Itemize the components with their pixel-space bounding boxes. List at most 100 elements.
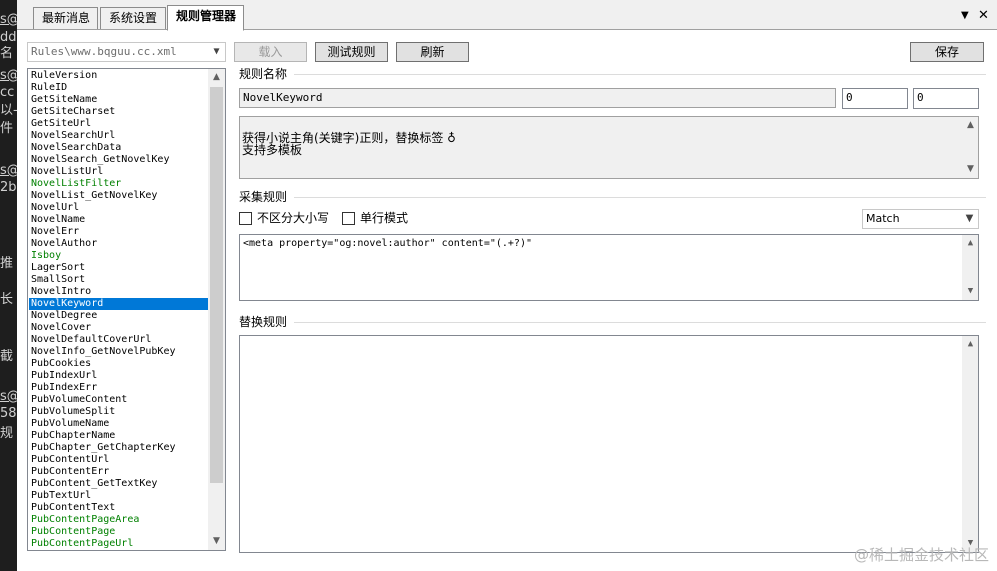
- replace-scrollbar[interactable]: ▲ ▼: [962, 336, 978, 552]
- rule-items: RuleVersion RuleID GetSiteName GetSiteChars…: [29, 70, 209, 550]
- background-text: s@: [0, 68, 17, 83]
- match-mode-select[interactable]: Match ▼: [862, 209, 979, 229]
- background-text: 件: [0, 121, 14, 136]
- chevron-down-icon[interactable]: ▼: [961, 9, 969, 23]
- load-button[interactable]: 载入: [234, 42, 307, 62]
- rule-list-item[interactable]: NovelUrl: [29, 202, 209, 214]
- rule-list-item[interactable]: PubContentText: [29, 502, 209, 514]
- scroll-up-icon[interactable]: ▲: [962, 117, 979, 134]
- rule-list-item[interactable]: PubIndexErr: [29, 382, 209, 394]
- rule-list-item[interactable]: PubChapter_GetChapterKey: [29, 442, 209, 454]
- rule-list-item[interactable]: NovelSearchUrl: [29, 130, 209, 142]
- case-insensitive-label: 不区分大小写: [257, 211, 330, 225]
- chevron-down-icon[interactable]: ▼: [961, 210, 978, 228]
- tab-latest-news[interactable]: 最新消息: [33, 7, 98, 29]
- group-divider: [294, 322, 986, 323]
- rule-list-item[interactable]: PubVolumeName: [29, 418, 209, 430]
- scroll-up-icon[interactable]: ▲: [962, 235, 979, 252]
- scroll-down-icon[interactable]: ▼: [962, 283, 979, 300]
- rule-list-item[interactable]: Isboy: [29, 250, 209, 262]
- rule-list-item[interactable]: GetSiteName: [29, 94, 209, 106]
- background-text: 以-: [0, 103, 17, 118]
- single-line-label: 单行模式: [360, 211, 409, 225]
- close-icon[interactable]: ✕: [978, 9, 989, 23]
- rule-list-item[interactable]: NovelListUrl: [29, 166, 209, 178]
- rule-list-item[interactable]: PubContentPageArea: [29, 514, 209, 526]
- background-text: 推: [0, 256, 14, 271]
- rule-list-item[interactable]: NovelDegree: [29, 310, 209, 322]
- rule-list-item[interactable]: RuleVersion: [29, 70, 209, 82]
- rule-list-item[interactable]: RuleID: [29, 82, 209, 94]
- scroll-up-icon[interactable]: ▲: [962, 336, 979, 353]
- rule-list-item[interactable]: NovelSearch_GetNovelKey: [29, 154, 209, 166]
- refresh-button[interactable]: 刷新: [396, 42, 469, 62]
- rule-list-item[interactable]: NovelSearchData: [29, 142, 209, 154]
- rule-list-item[interactable]: LagerSort: [29, 262, 209, 274]
- tab-system-settings[interactable]: 系统设置: [100, 7, 166, 29]
- background-window-strip: s@ dd名 s@ cc 以- 件 s@ 2b 推长截 s@ 58 规: [0, 0, 17, 571]
- rule-list-item[interactable]: PubContentErr: [29, 466, 209, 478]
- group-divider: [294, 74, 986, 75]
- rule-description-field[interactable]: 获得小说主角(关键字)正则，替换标签 ♁ 支持多模板 ▲ ▼: [239, 116, 979, 179]
- background-text: s@: [0, 389, 17, 404]
- watermark: @稀土掘金技术社区: [853, 546, 989, 564]
- background-text: 长: [0, 292, 14, 307]
- rule-list-item[interactable]: PubContent_GetTextKey: [29, 478, 209, 490]
- rule-number-field-1[interactable]: 0: [842, 88, 908, 109]
- scroll-down-icon[interactable]: ▼: [208, 533, 225, 550]
- rule-list-item[interactable]: NovelList_GetNovelKey: [29, 190, 209, 202]
- collect-rule-group-title: 采集规则: [239, 190, 288, 204]
- rule-list-item[interactable]: PubContentPageUrl: [29, 538, 209, 550]
- scroll-thumb[interactable]: [210, 87, 223, 483]
- test-rule-button[interactable]: 测试规则: [315, 42, 388, 62]
- tab-rule-manager[interactable]: 规则管理器: [167, 5, 244, 31]
- replace-rule-field[interactable]: ▲ ▼: [239, 335, 979, 553]
- background-text: s@: [0, 163, 17, 178]
- background-text: 58: [0, 406, 17, 421]
- case-insensitive-checkbox[interactable]: [239, 212, 252, 225]
- background-text: dd: [0, 30, 17, 45]
- rule-list-item[interactable]: PubCookies: [29, 358, 209, 370]
- rule-list[interactable]: RuleVersion RuleID GetSiteName GetSiteChars…: [27, 68, 226, 551]
- rule-list-item[interactable]: SmallSort: [29, 274, 209, 286]
- single-line-checkbox[interactable]: [342, 212, 355, 225]
- save-button[interactable]: 保存: [910, 42, 984, 62]
- background-text: 名: [0, 46, 14, 61]
- scroll-up-icon[interactable]: ▲: [208, 69, 225, 86]
- rule-list-item[interactable]: PubVolumeSplit: [29, 406, 209, 418]
- rule-number-field-2[interactable]: 0: [913, 88, 979, 109]
- rule-name-field[interactable]: NovelKeyword: [239, 88, 836, 108]
- rule-list-item[interactable]: PubChapterName: [29, 430, 209, 442]
- background-text: cc: [0, 85, 15, 100]
- rule-file-select[interactable]: Rules\www.bqguu.cc.xml ▼: [27, 42, 226, 62]
- rule-list-item[interactable]: NovelCover: [29, 322, 209, 334]
- rule-list-item[interactable]: NovelErr: [29, 226, 209, 238]
- rule-list-item[interactable]: GetSiteUrl: [29, 118, 209, 130]
- rule-list-item[interactable]: NovelName: [29, 214, 209, 226]
- tab-bar: 最新消息 系统设置 规则管理器 ▼ ✕: [17, 0, 997, 31]
- replace-rule-group-title: 替换规则: [239, 315, 288, 329]
- rule-list-item[interactable]: PubTextUrl: [29, 490, 209, 502]
- rule-list-item[interactable]: NovelKeyword: [29, 298, 209, 310]
- background-text: 截: [0, 349, 14, 364]
- rule-list-item[interactable]: NovelListFilter: [29, 178, 209, 190]
- rule-list-item[interactable]: GetSiteCharset: [29, 106, 209, 118]
- collect-pattern-text: <meta property="og:novel:author" content…: [243, 238, 532, 249]
- rule-list-item[interactable]: PubIndexUrl: [29, 370, 209, 382]
- rule-list-item[interactable]: PubContentPage: [29, 526, 209, 538]
- rule-list-item[interactable]: PubContentUrl: [29, 454, 209, 466]
- rule-list-item[interactable]: NovelIntro: [29, 286, 209, 298]
- rule-list-item[interactable]: PubVolumeContent: [29, 394, 209, 406]
- chevron-down-icon[interactable]: ▼: [208, 43, 225, 61]
- rule-list-item[interactable]: NovelDefaultCoverUrl: [29, 334, 209, 346]
- group-divider: [294, 197, 986, 198]
- rule-list-scrollbar[interactable]: ▲ ▼: [208, 69, 225, 550]
- collect-pattern-field[interactable]: <meta property="og:novel:author" content…: [239, 234, 979, 301]
- pattern-scrollbar[interactable]: ▲ ▼: [962, 235, 978, 300]
- scroll-down-icon[interactable]: ▼: [962, 161, 979, 178]
- rule-list-item[interactable]: NovelInfo_GetNovelPubKey: [29, 346, 209, 358]
- background-text: s@: [0, 12, 17, 27]
- rule-list-item[interactable]: NovelAuthor: [29, 238, 209, 250]
- description-scrollbar[interactable]: ▲ ▼: [962, 117, 978, 178]
- rule-name-group-title: 规则名称: [239, 67, 288, 81]
